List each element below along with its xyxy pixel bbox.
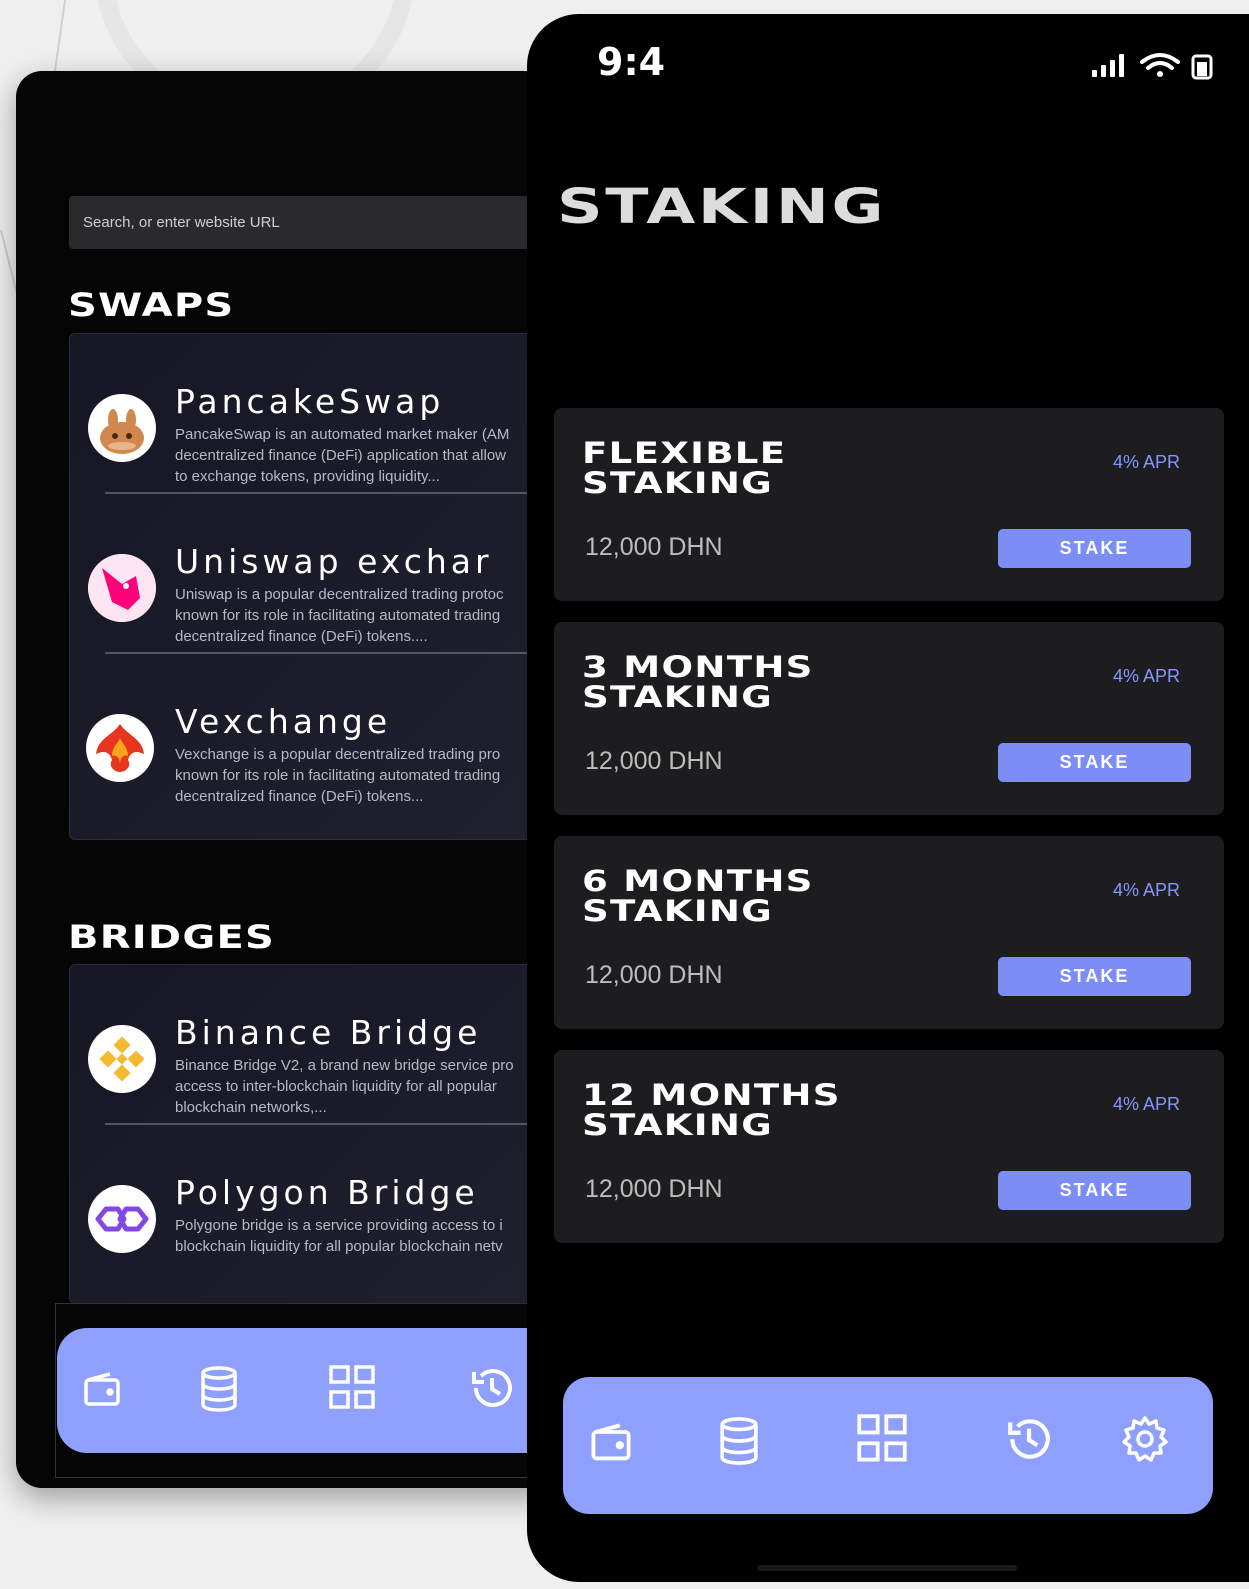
stake-title: 3 MONTHS STAKING	[582, 650, 814, 714]
binance-logo-icon	[88, 1025, 156, 1093]
settings-icon[interactable]	[1119, 1413, 1171, 1465]
search-input[interactable]: Search, or enter website URL	[69, 196, 556, 249]
status-time: 9:4	[597, 40, 666, 84]
wifi-icon	[1140, 53, 1180, 70]
stake-title: FLEXIBLE STAKING	[582, 436, 787, 500]
back-phone-screen: Search, or enter website URL SWAPS Panca…	[16, 71, 556, 1488]
swap-description: PancakeSwap is an automated market maker…	[175, 426, 510, 485]
swap-name: Uniswap exchar	[175, 542, 493, 581]
pancakeswap-logo-icon	[88, 394, 156, 462]
list-item-binance-bridge[interactable]: Binance Bridge Binance Bridge V2, a bran…	[70, 965, 556, 1125]
swap-description: Vexchange is a popular decentralized tra…	[175, 746, 501, 805]
history-icon[interactable]	[465, 1361, 519, 1415]
wallet-icon[interactable]	[585, 1417, 637, 1469]
stake-amount: 12,000 DHN	[585, 533, 723, 561]
swaps-list: PancakeSwap PancakeSwap is an automated …	[69, 333, 556, 840]
grid-icon[interactable]	[853, 1410, 911, 1468]
bridge-description: Binance Bridge V2, a brand new bridge se…	[175, 1057, 514, 1116]
status-icons	[1092, 50, 1249, 80]
apr-label: 4% APR	[1112, 880, 1180, 900]
bridges-list: Binance Bridge Binance Bridge V2, a bran…	[69, 964, 556, 1304]
page-title: STAKING	[557, 179, 887, 235]
bridge-name: Binance Bridge	[175, 1013, 482, 1052]
apr-label: 4% APR	[1112, 1094, 1180, 1114]
list-item-polygon-bridge[interactable]: Polygon Bridge Polygone bridge is a serv…	[70, 1125, 556, 1285]
stake-button[interactable]: STAKE	[998, 743, 1191, 782]
stake-card-3-months: 3 MONTHS STAKING 4% APR 12,000 DHN STAKE	[554, 622, 1224, 815]
list-item-uniswap[interactable]: Uniswap exchar Uniswap is a popular dece…	[70, 494, 556, 654]
apr-label: 4% APR	[1112, 452, 1180, 472]
vexchange-logo-icon	[86, 714, 154, 782]
stake-amount: 12,000 DHN	[585, 1175, 723, 1203]
stake-card-flexible: FLEXIBLE STAKING 4% APR 12,000 DHN STAKE	[554, 408, 1224, 601]
wallet-icon[interactable]	[77, 1365, 127, 1415]
polygon-logo-icon	[88, 1185, 156, 1253]
background-line	[52, 0, 66, 80]
history-icon[interactable]	[1001, 1411, 1057, 1467]
stake-amount: 12,000 DHN	[585, 747, 723, 775]
grid-icon[interactable]	[325, 1361, 379, 1415]
apr-label: 4% APR	[1112, 666, 1180, 686]
list-item-vexchange[interactable]: Vexchange Vexchange is a popular decentr…	[70, 654, 556, 814]
stake-title: 12 MONTHS STAKING	[582, 1078, 841, 1142]
bottom-nav-bar	[57, 1328, 556, 1453]
bottom-nav-bar	[563, 1377, 1213, 1514]
bridges-title: BRIDGES	[68, 918, 276, 956]
swap-name: Vexchange	[175, 702, 392, 741]
uniswap-logo-icon	[88, 554, 156, 622]
bridge-name: Polygon Bridge	[175, 1173, 479, 1212]
stake-amount: 12,000 DHN	[585, 961, 723, 989]
database-icon[interactable]	[194, 1361, 244, 1417]
signal-icon	[1092, 54, 1124, 77]
swap-name: PancakeSwap	[175, 382, 445, 421]
swaps-title: SWAPS	[68, 286, 235, 324]
stake-button[interactable]: STAKE	[998, 957, 1191, 996]
list-item-pancakeswap[interactable]: PancakeSwap PancakeSwap is an automated …	[70, 334, 556, 494]
swap-description: Uniswap is a popular decentralized tradi…	[175, 586, 504, 645]
stake-button[interactable]: STAKE	[998, 529, 1191, 568]
database-icon[interactable]	[713, 1411, 765, 1471]
stake-card-6-months: 6 MONTHS STAKING 4% APR 12,000 DHN STAKE	[554, 836, 1224, 1029]
home-indicator	[757, 1565, 1017, 1571]
bridge-description: Polygone bridge is a service providing a…	[175, 1217, 503, 1255]
stake-button[interactable]: STAKE	[998, 1171, 1191, 1210]
stake-title: 6 MONTHS STAKING	[582, 864, 814, 928]
front-phone-screen: 9:4 STAKING FLEXIBLE STAKING 4% APR 12,0…	[527, 14, 1249, 1582]
stake-card-12-months: 12 MONTHS STAKING 4% APR 12,000 DHN STAK…	[554, 1050, 1224, 1243]
